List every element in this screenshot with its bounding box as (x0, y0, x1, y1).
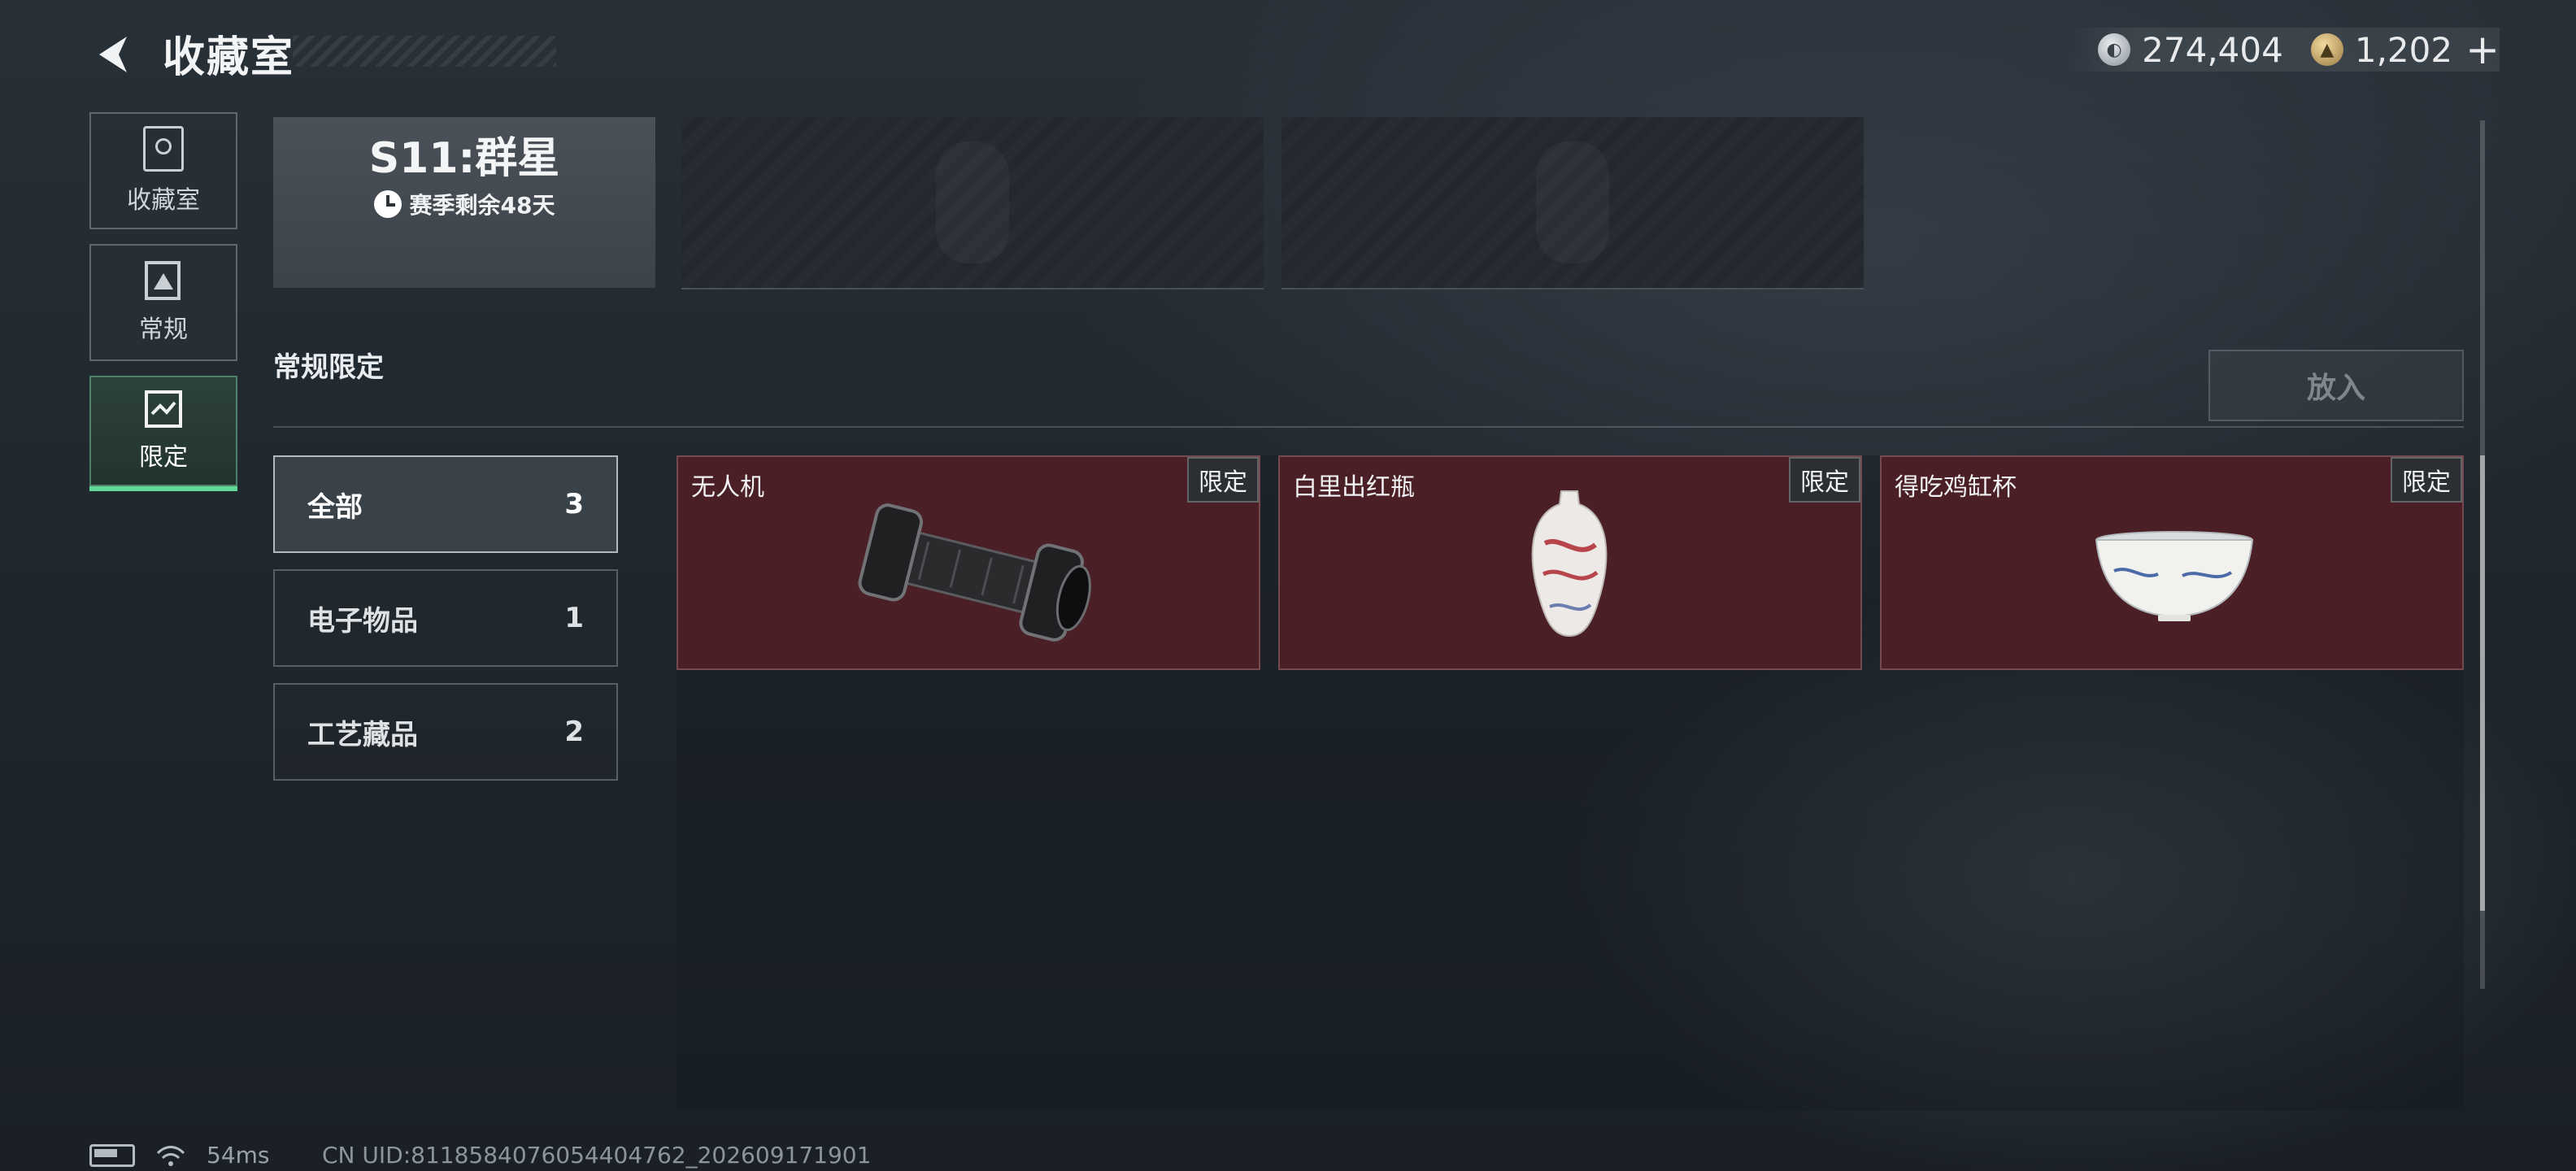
porcelain-vase-icon (1531, 490, 1608, 638)
back-arrow-icon (99, 37, 127, 72)
item-card[interactable]: 得吃鸡缸杯 限定 (1880, 455, 2464, 670)
gold-coin-icon: ▲ (2310, 33, 2343, 66)
currency-bar: ◐ 274,404 ▲ 1,202 + (2069, 26, 2500, 73)
category-count: 3 (564, 488, 584, 520)
back-button[interactable] (89, 31, 138, 78)
category-crafts[interactable]: 工艺藏品 2 (273, 683, 618, 781)
item-name: 白里出红瓶 (1293, 473, 1415, 502)
nav-label: 常规 (139, 316, 188, 344)
battery-icon (89, 1143, 135, 1167)
ping-value: 54ms (207, 1142, 270, 1169)
wifi-icon (156, 1145, 185, 1166)
nav-label: 收藏室 (127, 186, 200, 215)
silver-coin-icon: ◐ (2098, 33, 2131, 66)
category-count: 2 (564, 716, 584, 748)
item-card[interactable]: 白里出红瓶 限定 (1278, 455, 1862, 670)
season-title: S11:群星 (368, 134, 560, 183)
uid-text: CN UID:8118584076054404762_202609171901 (322, 1142, 872, 1169)
season-card[interactable]: S11:群星 赛季剩余48天 (273, 117, 655, 288)
category-label: 工艺藏品 (307, 718, 418, 751)
locked-season-card[interactable] (681, 117, 1264, 289)
page-title: 收藏室 (163, 33, 295, 82)
category-label: 全部 (307, 490, 363, 524)
trophy-case-icon (143, 126, 184, 172)
limited-tag: 限定 (1187, 457, 1259, 503)
category-all[interactable]: 全部 3 (273, 455, 618, 553)
nav-label: 限定 (139, 443, 188, 472)
silver-currency-value: 274,404 (2142, 29, 2283, 70)
title-decoration (293, 36, 556, 67)
status-bar: 54ms (89, 1142, 270, 1169)
item-card[interactable]: 无人机 限定 (677, 455, 1260, 670)
category-electronics[interactable]: 电子物品 1 (273, 569, 618, 667)
locked-season-card[interactable] (1281, 117, 1864, 289)
place-button[interactable]: 放入 (2208, 350, 2464, 421)
item-name: 无人机 (691, 473, 764, 502)
limited-tag: 限定 (2391, 457, 2462, 503)
nav-item-limited[interactable]: 限定 (89, 376, 237, 491)
card-triangle-icon (145, 261, 181, 300)
gold-currency-value: 1,202 (2354, 29, 2453, 70)
category-count: 1 (564, 602, 584, 634)
add-currency-button[interactable]: + (2465, 26, 2500, 73)
limited-card-icon (145, 390, 182, 428)
drone-engine-icon (858, 503, 1091, 642)
season-remaining: 赛季剩余48天 (409, 192, 555, 219)
divider (273, 426, 2464, 428)
nav-item-collection-room[interactable]: 收藏室 (89, 112, 237, 229)
category-label: 电子物品 (307, 604, 418, 638)
silhouette-icon (936, 141, 1009, 263)
section-title: 常规限定 (273, 351, 384, 384)
silhouette-icon (1536, 141, 1609, 263)
item-name: 得吃鸡缸杯 (1895, 473, 2017, 502)
clock-icon (373, 190, 402, 218)
scrollbar-thumb[interactable] (2480, 455, 2485, 911)
porcelain-cup-icon (2095, 531, 2254, 621)
limited-tag: 限定 (1789, 457, 1860, 503)
nav-item-regular[interactable]: 常规 (89, 244, 237, 361)
